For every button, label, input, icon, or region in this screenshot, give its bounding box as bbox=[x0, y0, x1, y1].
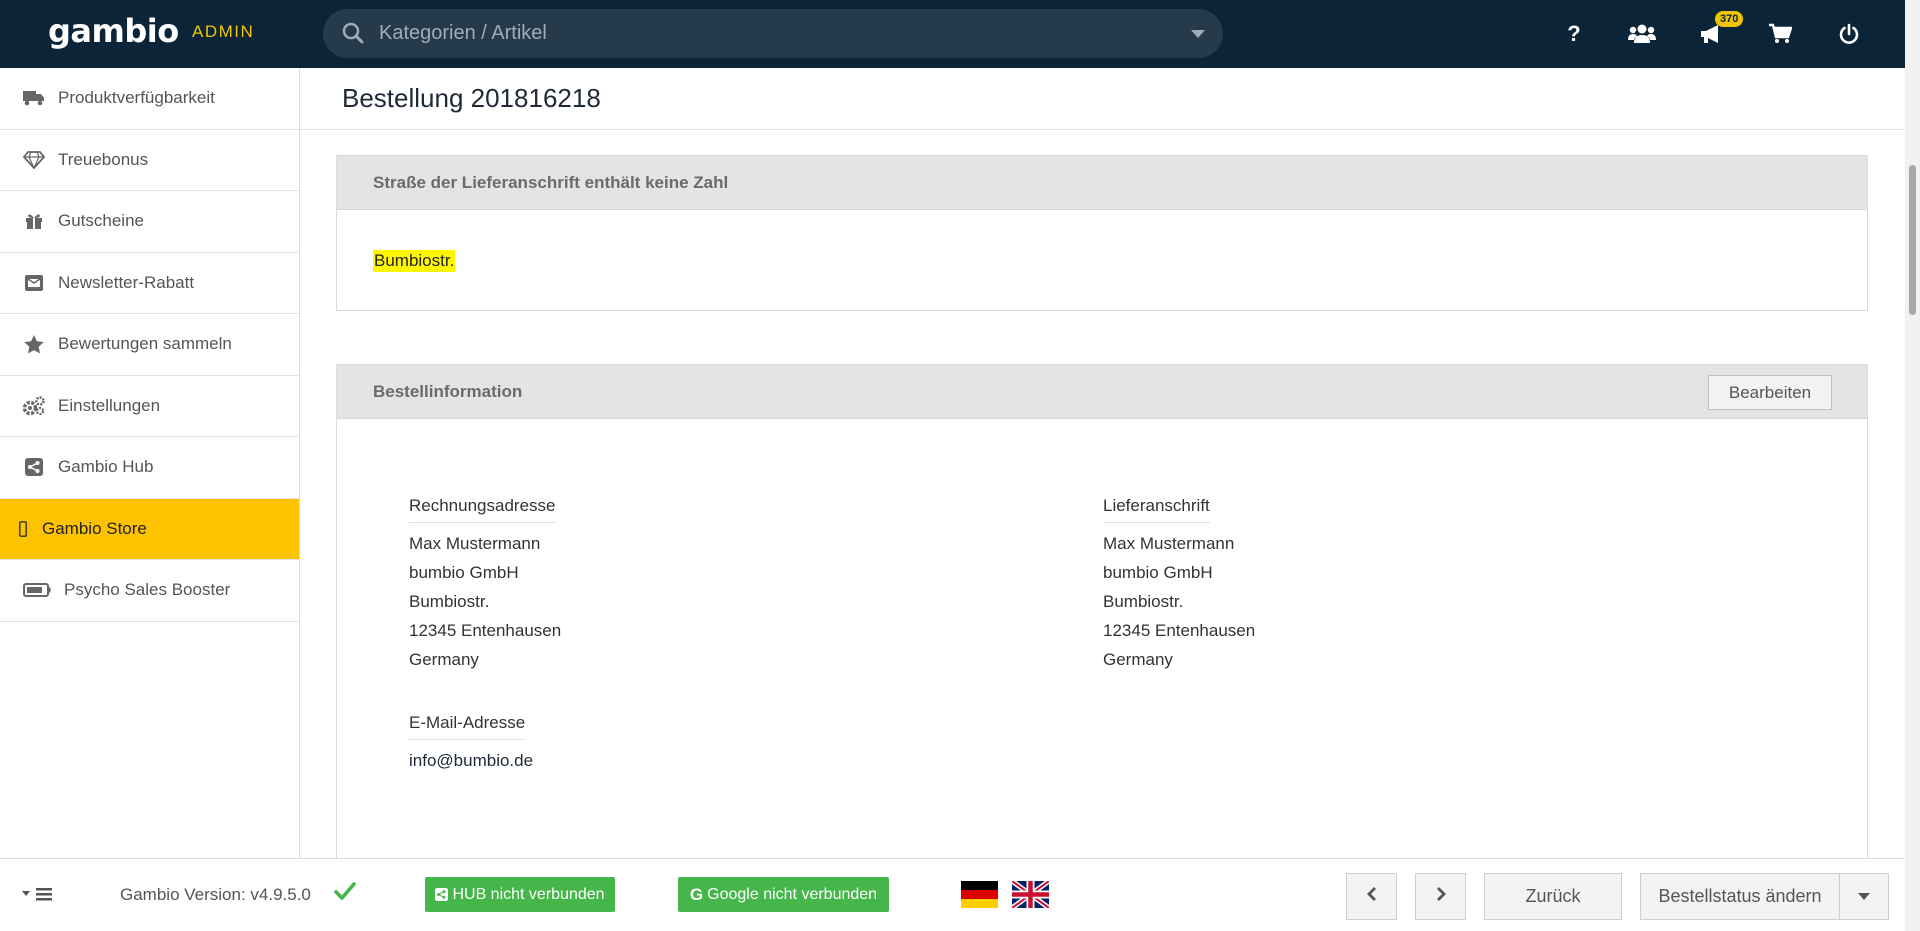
gambio-logo[interactable]: gambio bbox=[48, 12, 179, 50]
truck-icon bbox=[22, 88, 46, 108]
page-scrollbar[interactable] bbox=[1905, 0, 1920, 931]
sidebar-item-label: Einstellungen bbox=[58, 395, 161, 415]
sidebar-item-label: Psycho Sales Booster bbox=[64, 580, 231, 600]
warning-panel-title: Straße der Lieferanschrift enthält keine… bbox=[373, 173, 729, 192]
footer-bar: Gambio Version: v4.9.5.0 HUB nicht verbu… bbox=[0, 858, 1905, 931]
caret-down-icon bbox=[1858, 893, 1870, 900]
share-icon bbox=[22, 457, 46, 477]
sidebar-item-label: Gambio Hub bbox=[58, 457, 154, 477]
hub-status-button[interactable]: HUB nicht verbunden bbox=[425, 877, 615, 912]
google-icon: G bbox=[689, 884, 704, 904]
warning-panel-header: Straße der Lieferanschrift enthält keine… bbox=[337, 156, 1867, 210]
admin-label: ADMIN bbox=[192, 22, 255, 41]
shipping-street: Bumbiostr. bbox=[1103, 592, 1184, 611]
google-status-button[interactable]: G Google nicht verbunden bbox=[678, 877, 889, 912]
street-highlight: Bumbiostr. bbox=[373, 250, 456, 272]
billing-name: Max Mustermann bbox=[409, 534, 541, 553]
sidebar-item-bewertungen-sammeln[interactable]: Bewertungen sammeln bbox=[0, 314, 299, 376]
billing-street: Bumbiostr. bbox=[409, 592, 490, 611]
chevron-right-icon bbox=[1435, 886, 1447, 907]
battery-icon bbox=[22, 580, 52, 600]
billing-city: 12345 Entenhausen bbox=[409, 621, 562, 640]
search-input[interactable] bbox=[379, 20, 1139, 46]
shipping-company: bumbio GmbH bbox=[1103, 563, 1213, 582]
sidebar-item-gambio-hub[interactable]: Gambio Hub bbox=[0, 437, 299, 499]
phone-icon bbox=[16, 519, 30, 539]
diamond-icon bbox=[22, 150, 46, 170]
order-info-panel-header: Bestellinformation Bearbeiten bbox=[337, 365, 1867, 419]
previous-order-button[interactable] bbox=[1346, 873, 1397, 920]
sidebar-item-label: Gambio Store bbox=[42, 518, 147, 538]
sidebar-item-label: Bewertungen sammeln bbox=[58, 334, 232, 354]
warning-panel: Straße der Lieferanschrift enthält keine… bbox=[336, 155, 1868, 311]
sidebar-item-treuebonus[interactable]: Treuebonus bbox=[0, 130, 299, 191]
check-icon bbox=[334, 881, 356, 906]
sidebar-item-gambio-store[interactable]: Gambio Store bbox=[0, 498, 299, 560]
search-dropdown-caret-icon[interactable] bbox=[1191, 30, 1205, 38]
order-info-panel-title: Bestellinformation bbox=[373, 382, 523, 401]
back-button[interactable]: Zurück bbox=[1484, 873, 1622, 920]
power-icon[interactable] bbox=[1833, 18, 1865, 50]
uk-flag-icon[interactable] bbox=[1010, 878, 1051, 911]
search-box[interactable] bbox=[323, 9, 1223, 58]
email-label: E-Mail-Adresse bbox=[409, 713, 526, 740]
gears-icon bbox=[22, 396, 46, 416]
sidebar-item-psycho-sales-booster[interactable]: Psycho Sales Booster bbox=[0, 560, 299, 622]
notification-badge: 370 bbox=[1715, 11, 1744, 27]
sidebar-item-einstellungen[interactable]: Einstellungen bbox=[0, 376, 299, 437]
search-icon bbox=[341, 21, 365, 50]
star-icon bbox=[22, 334, 46, 354]
order-info-panel: Bestellinformation Bearbeiten Rechnungsa… bbox=[336, 364, 1868, 864]
shipping-city: 12345 Entenhausen bbox=[1103, 621, 1256, 640]
sidebar-item-label: Treuebonus bbox=[58, 149, 149, 169]
billing-address-label: Rechnungsadresse bbox=[409, 496, 556, 523]
sidebar: Produktverfügbarkeit Treuebonus Gutschei… bbox=[0, 68, 300, 858]
divider bbox=[300, 129, 1905, 130]
scrollbar-thumb[interactable] bbox=[1909, 165, 1916, 315]
page-title: Bestellung 201816218 bbox=[342, 83, 601, 113]
cart-icon[interactable] bbox=[1764, 18, 1796, 50]
billing-company: bumbio GmbH bbox=[409, 563, 519, 582]
sidebar-item-label: Newsletter-Rabatt bbox=[58, 272, 195, 292]
main-content: Bestellung 201816218 Straße der Lieferan… bbox=[300, 68, 1905, 864]
change-status-button[interactable]: Bestellstatus ändern bbox=[1640, 873, 1840, 920]
sidebar-item-newsletter-rabatt[interactable]: Newsletter-Rabatt bbox=[0, 253, 299, 314]
collapse-menu-icon[interactable] bbox=[20, 886, 56, 907]
sidebar-item-label: Produktverfügbarkeit bbox=[58, 88, 215, 108]
change-status-split-button: Bestellstatus ändern bbox=[1640, 873, 1852, 920]
envelope-icon bbox=[22, 273, 46, 293]
top-bar: gambio ADMIN ? 370 bbox=[0, 0, 1905, 68]
email-link[interactable]: info@bumbio.de bbox=[409, 751, 533, 771]
next-order-button[interactable] bbox=[1415, 873, 1466, 920]
chevron-left-icon bbox=[1366, 886, 1378, 907]
hub-status-label: HUB nicht verbunden bbox=[452, 885, 605, 903]
share-icon bbox=[435, 888, 449, 901]
sidebar-item-gutscheine[interactable]: Gutscheine bbox=[0, 191, 299, 253]
shipping-name: Max Mustermann bbox=[1103, 534, 1235, 553]
customers-icon[interactable] bbox=[1626, 18, 1658, 50]
version-text: Gambio Version: v4.9.5.0 bbox=[120, 885, 311, 904]
shipping-address-label: Lieferanschrift bbox=[1103, 496, 1210, 523]
status-dropdown-button[interactable] bbox=[1839, 873, 1889, 920]
shipping-country: Germany bbox=[1103, 650, 1173, 669]
help-icon[interactable]: ? bbox=[1558, 18, 1590, 50]
sidebar-item-label: Gutscheine bbox=[58, 211, 144, 231]
gift-icon bbox=[22, 211, 46, 231]
google-status-label: Google nicht verbunden bbox=[707, 885, 878, 903]
german-flag-icon[interactable] bbox=[961, 881, 998, 908]
edit-button[interactable]: Bearbeiten bbox=[1708, 375, 1832, 410]
sidebar-item-produktverfuegbarkeit[interactable]: Produktverfügbarkeit bbox=[0, 68, 299, 130]
billing-country: Germany bbox=[409, 650, 479, 669]
